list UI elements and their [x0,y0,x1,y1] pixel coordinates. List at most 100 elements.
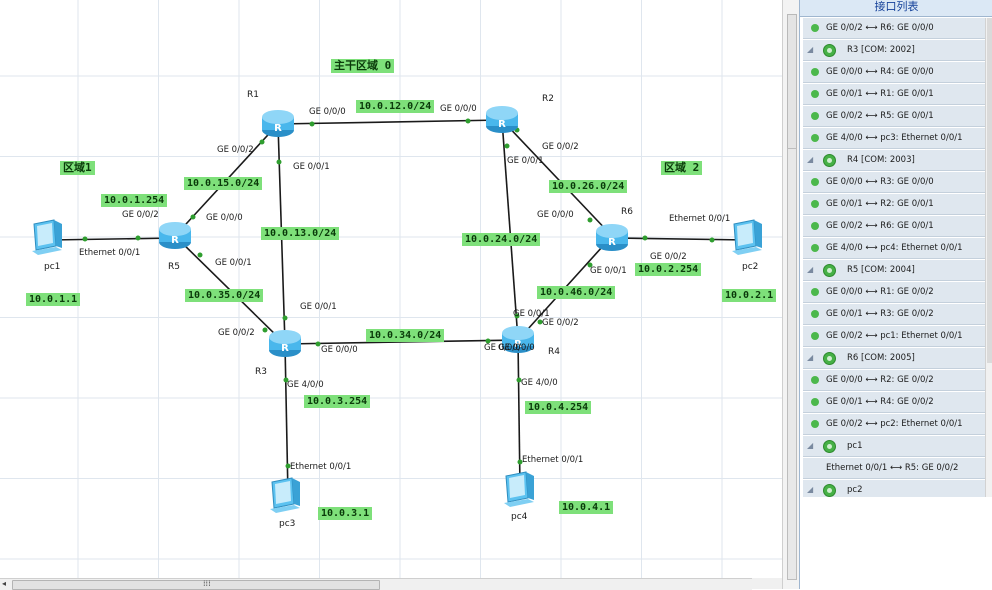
scroll-left-icon[interactable]: ◂ [2,579,6,588]
router-icon[interactable]: R [158,220,192,250]
link-status-icon [811,24,819,32]
expand-icon[interactable]: ◢ [807,150,813,170]
device-status-icon [823,484,836,497]
group-label: pc1 [847,441,863,451]
expand-icon[interactable]: ◢ [807,436,813,456]
port-label: Ethernet 0/0/1 [290,462,352,472]
router-icon[interactable]: R [261,108,295,138]
interface-row[interactable]: GE 0/0/0 ⟷ R2: GE 0/0/2 [803,370,985,391]
interface-row[interactable]: GE 0/0/1 ⟷ R4: GE 0/0/2 [803,392,985,413]
device-group-row[interactable]: ◢ pc1 [803,436,985,457]
interface-label: GE 0/0/2 ⟷ pc2: Ethernet 0/0/1 [826,419,963,429]
expand-icon[interactable]: ◢ [807,40,813,60]
port-label: GE 0/0/0 [498,343,535,353]
interface-label: GE 4/0/0 ⟷ pc4: Ethernet 0/0/1 [826,243,963,253]
svg-text:R: R [608,237,616,248]
link-r4-pc4 [517,339,521,489]
interface-label: GE 0/0/0 ⟷ R1: GE 0/0/2 [826,287,934,297]
interface-label: GE 0/0/0 ⟷ R4: GE 0/0/0 [826,67,934,77]
device-status-icon [823,154,836,167]
link-status-icon [811,310,819,318]
network-label: 10.0.1.1 [26,293,81,306]
device-group-row[interactable]: ◢ R5 [COM: 2004] [803,260,985,281]
pc-icon[interactable] [266,476,302,516]
port-label: Ethernet 0/0/1 [522,455,584,465]
interface-row[interactable]: GE 0/0/2 ⟷ pc2: Ethernet 0/0/1 [803,414,985,435]
link-status-icon [811,178,819,186]
network-label: 10.0.26.0/24 [549,180,628,193]
expand-icon[interactable]: ◢ [807,260,813,280]
panel-empty-area [800,497,992,589]
port-label: GE 0/0/2 [542,142,579,152]
router-name-r5: R5 [168,262,180,272]
port-label: GE 0/0/1 [300,302,337,312]
interface-row[interactable]: GE 4/0/0 ⟷ pc4: Ethernet 0/0/1 [803,238,985,259]
network-label: 10.0.3.1 [318,507,373,520]
pc-icon[interactable] [728,218,764,258]
link-status-icon [811,332,819,340]
scrollbar-thumb[interactable] [987,18,992,363]
pc-name-pc3: pc3 [279,519,296,529]
interface-label: GE 0/0/1 ⟷ R4: GE 0/0/2 [826,397,934,407]
interface-row[interactable]: GE 0/0/1 ⟷ R2: GE 0/0/1 [803,194,985,215]
pc-name-pc2: pc2 [742,262,759,272]
interface-row[interactable]: GE 0/0/2 ⟷ R5: GE 0/0/1 [803,106,985,127]
port-label: Ethernet 0/0/1 [669,214,731,224]
device-group-row[interactable]: ◢ R6 [COM: 2005] [803,348,985,369]
port-label: GE 0/0/0 [321,345,358,355]
network-label: 10.0.3.254 [304,395,371,408]
grip-icon: ⁞⁞⁞ [203,579,211,588]
link-status-icon [811,244,819,252]
network-label: 10.0.2.1 [722,289,777,302]
pc-icon[interactable] [500,470,536,510]
vertical-scrollbar[interactable] [782,0,800,589]
interface-row[interactable]: GE 0/0/2 ⟷ pc1: Ethernet 0/0/1 [803,326,985,347]
scroll-corner [752,578,784,589]
router-icon[interactable]: R [268,328,302,358]
port-label: GE 0/0/0 [537,210,574,220]
link-lines [49,118,749,497]
interface-row[interactable]: GE 0/0/0 ⟷ R1: GE 0/0/2 [803,282,985,303]
device-group-row[interactable]: ◢ R3 [COM: 2002] [803,40,985,61]
panel-title: 接口列表 [800,0,992,17]
link-status-icon [811,134,819,142]
interface-row[interactable]: GE 0/0/1 ⟷ R3: GE 0/0/2 [803,304,985,325]
port-label: GE 4/0/0 [521,378,558,388]
interface-row[interactable]: GE 0/0/2 ⟷ R6: GE 0/0/0 [803,18,985,39]
network-label: 10.0.1.254 [101,194,168,207]
router-name-r6: R6 [621,207,633,217]
interface-label: GE 0/0/2 ⟷ R6: GE 0/0/0 [826,23,934,33]
interface-row[interactable]: GE 0/0/0 ⟷ R4: GE 0/0/0 [803,62,985,83]
network-label: 10.0.46.0/24 [537,286,616,299]
port-label: GE 0/0/1 [215,258,252,268]
pc-name-pc1: pc1 [44,262,61,272]
link-status-icon [811,420,819,428]
topology-canvas[interactable]: 主干区域 0 区域1 区域 2 R R R R R R R1 R2 R3 R4 … [0,0,782,578]
port-label: GE 4/0/0 [287,380,324,390]
port-label: GE 0/0/1 [507,156,544,166]
pc-icon[interactable] [28,218,64,258]
interface-row[interactable]: GE 0/0/2 ⟷ R6: GE 0/0/1 [803,216,985,237]
interface-row[interactable]: GE 4/0/0 ⟷ pc3: Ethernet 0/0/1 [803,128,985,149]
scrollbar-thumb[interactable] [787,148,797,580]
port-label: GE 0/0/2 [650,252,687,262]
device-group-row[interactable]: ◢ R4 [COM: 2003] [803,150,985,171]
interface-row[interactable]: GE 0/0/1 ⟷ R1: GE 0/0/1 [803,84,985,105]
interface-row[interactable]: Ethernet 0/0/1 ⟷ R5: GE 0/0/2 [803,458,985,479]
link-status-icon [811,376,819,384]
router-name-r4: R4 [548,347,560,357]
router-icon[interactable]: R [485,104,519,134]
horizontal-scrollbar[interactable]: ◂ ⁞⁞⁞ [0,578,752,590]
expand-icon[interactable]: ◢ [807,348,813,368]
link-status-icon [811,90,819,98]
interface-label: GE 4/0/0 ⟷ pc3: Ethernet 0/0/1 [826,133,963,143]
area-label-1: 区域1 [60,161,95,175]
interface-rows: GE 0/0/2 ⟷ R6: GE 0/0/0 ◢ R3 [COM: 2002] GE… [803,18,985,524]
interface-label: GE 0/0/2 ⟷ R5: GE 0/0/1 [826,111,934,121]
router-name-r1: R1 [247,90,259,100]
link-status-icon [811,68,819,76]
interface-row[interactable]: GE 0/0/0 ⟷ R3: GE 0/0/0 [803,172,985,193]
router-icon[interactable]: R [595,222,629,252]
svg-text:R: R [274,123,282,134]
interface-label: GE 0/0/2 ⟷ pc1: Ethernet 0/0/1 [826,331,963,341]
